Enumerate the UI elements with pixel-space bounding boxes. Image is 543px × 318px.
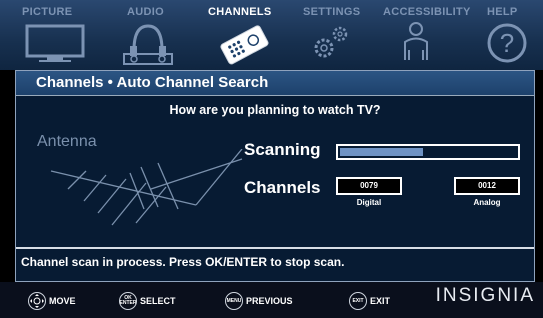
tab-accessibility[interactable]: ACCESSIBILITY — [383, 6, 471, 18]
exit-key-icon: EXIT — [349, 292, 367, 310]
divider — [16, 247, 534, 249]
move-hint: MOVE — [28, 292, 76, 310]
tab-settings[interactable]: SETTINGS — [303, 6, 360, 18]
exit-hint: EXIT EXIT — [349, 292, 390, 310]
exit-label: EXIT — [370, 296, 391, 306]
status-message: Channel scan in process. Press OK/ENTER … — [21, 255, 345, 269]
remote-icon[interactable] — [218, 22, 270, 66]
tab-audio[interactable]: AUDIO — [127, 6, 164, 18]
headphones-icon[interactable] — [122, 20, 174, 66]
digital-count: 0079 — [336, 177, 402, 195]
select-label: SELECT — [140, 296, 176, 306]
digital-label: Digital — [356, 198, 382, 207]
select-hint: OK ENTER SELECT — [119, 292, 176, 310]
help-icon[interactable]: ? — [486, 22, 528, 64]
gears-icon[interactable] — [306, 20, 356, 66]
channels-label: Channels — [244, 178, 321, 197]
previous-label: PREVIOUS — [246, 296, 293, 306]
scanning-label: Scanning — [244, 140, 321, 159]
move-label: MOVE — [49, 296, 76, 306]
tab-channels[interactable]: CHANNELS — [208, 6, 272, 18]
scan-progress-fill — [340, 148, 423, 156]
menu-key-icon: MENU — [225, 292, 243, 310]
tv-icon[interactable] — [25, 22, 85, 64]
antenna-illustration — [50, 149, 243, 226]
top-menu-bar: PICTURE AUDIO CHANNELS SETTINGS ACCESSIB… — [0, 0, 543, 70]
scan-progress-bar — [336, 144, 520, 160]
insignia-logo: INSIGNIA — [435, 285, 535, 306]
panel-title-bar: Channels • Auto Channel Search — [16, 71, 534, 96]
previous-hint: MENU PREVIOUS — [225, 292, 293, 310]
ok-enter-key-icon: OK ENTER — [119, 292, 137, 310]
panel-title: Channels • Auto Channel Search — [36, 74, 269, 91]
person-icon[interactable] — [396, 20, 436, 66]
auto-channel-search-panel: Channels • Auto Channel Search How are y… — [15, 70, 535, 282]
dpad-icon — [28, 292, 46, 310]
svg-text:?: ? — [500, 28, 514, 58]
analog-count: 0012 — [454, 177, 520, 195]
question-text: How are you planning to watch TV? — [169, 103, 381, 117]
tab-help[interactable]: HELP — [487, 6, 518, 18]
tab-picture[interactable]: PICTURE — [22, 6, 72, 18]
analog-label: Analog — [473, 198, 501, 207]
